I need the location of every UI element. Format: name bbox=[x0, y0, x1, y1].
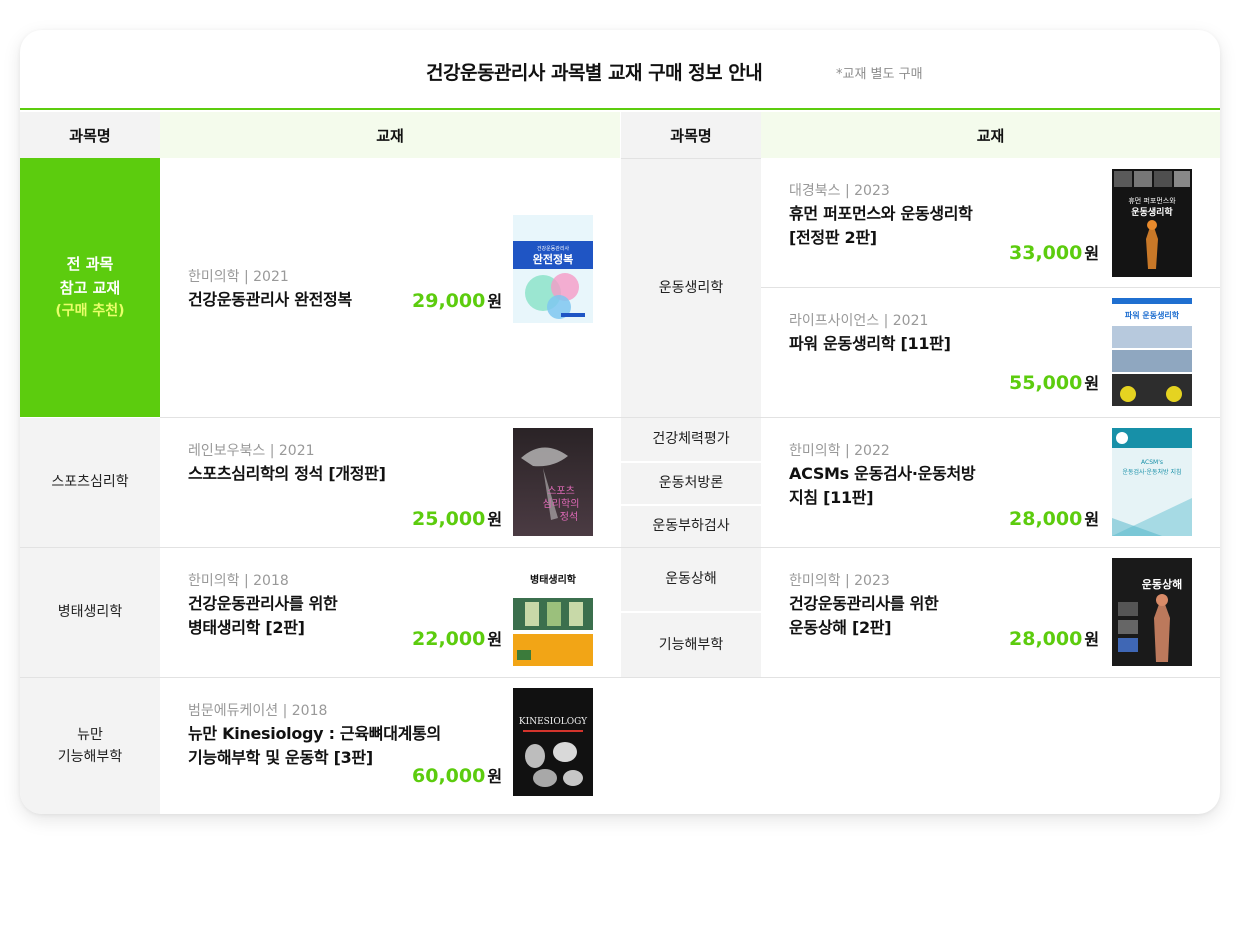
book-price: 29,000 원 bbox=[412, 290, 503, 312]
book-cover-image[interactable]: 휴먼 퍼포먼스와 운동생리학 bbox=[1112, 169, 1192, 277]
book-title: 스포츠심리학의 정석 [개정판] bbox=[188, 464, 386, 483]
book-cover-image[interactable]: ACSM's 운동검사·운동처방 지침 bbox=[1112, 428, 1192, 536]
svg-text:건강운동관리사: 건강운동관리사 bbox=[537, 245, 570, 252]
page-title: 건강운동관리사 과목별 교재 구매 정보 안내 bbox=[426, 62, 763, 84]
book-title: 건강운동관리사를 위한 병태생리학 [2판] bbox=[188, 594, 338, 637]
book-title: 건강운동관리사 완전정복 bbox=[188, 290, 352, 309]
book-publisher: 한미의학 | 2023 bbox=[789, 573, 890, 589]
svg-text:KINESIOLOGY: KINESIOLOGY bbox=[519, 717, 588, 727]
svg-text:심리학의: 심리학의 bbox=[543, 498, 580, 510]
header-subject-right: 과목명 bbox=[621, 112, 761, 158]
book-publisher: 한미의학 | 2021 bbox=[188, 269, 289, 285]
book-price: 60,000 원 bbox=[412, 765, 503, 787]
subject-kinesiology: 뉴만 기능해부학 bbox=[20, 678, 160, 814]
svg-text:운동검사·운동처방 지침: 운동검사·운동처방 지침 bbox=[1122, 468, 1181, 476]
divider bbox=[621, 611, 761, 613]
header-subject-left: 과목명 bbox=[20, 112, 160, 158]
subject-fitness-assessment: 건강체력평가 bbox=[621, 418, 761, 461]
subject-exercise-prescription: 운동처방론 bbox=[621, 463, 761, 504]
divider bbox=[160, 417, 621, 418]
svg-text:병태생리학: 병태생리학 bbox=[530, 573, 577, 586]
book-cover-image[interactable]: 파워 운동생리학 bbox=[1112, 298, 1192, 406]
svg-text:스포츠: 스포츠 bbox=[547, 485, 575, 497]
book-cover-image[interactable]: KINESIOLOGY bbox=[513, 688, 593, 796]
divider bbox=[20, 677, 761, 678]
book-cover-image[interactable]: 운동상해 bbox=[1112, 558, 1192, 666]
book-title: 뉴만 Kinesiology : 근육뼈대계통의 기능해부학 및 운동학 [3판… bbox=[188, 724, 441, 767]
book-title: 휴먼 퍼포먼스와 운동생리학 [전정판 2판] bbox=[789, 204, 973, 247]
book-cover-image[interactable]: 건강운동관리사 완전정복 bbox=[513, 215, 593, 323]
svg-text:파워 운동생리학: 파워 운동생리학 bbox=[1125, 310, 1180, 320]
divider bbox=[20, 547, 1220, 548]
svg-text:운동생리학: 운동생리학 bbox=[1131, 206, 1173, 218]
svg-text:완전정복: 완전정복 bbox=[533, 252, 573, 266]
book-price: 55,000 원 bbox=[1009, 372, 1100, 394]
subject-sports-injury: 운동상해 bbox=[621, 548, 761, 611]
book-publisher: 대경북스 | 2023 bbox=[789, 183, 890, 199]
book-price: 22,000 원 bbox=[412, 628, 503, 650]
svg-text:정석: 정석 bbox=[560, 511, 578, 523]
book-cover-image[interactable]: 스포츠 심리학의 정석 bbox=[513, 428, 593, 536]
subject-exercise-physiology: 운동생리학 bbox=[621, 158, 761, 417]
subject-exercise-load-test: 운동부하검사 bbox=[621, 506, 761, 547]
book-publisher: 범문에듀케이션 | 2018 bbox=[188, 703, 328, 719]
header-book-left: 교재 bbox=[160, 112, 620, 158]
subject-all-line1: 전 과목 bbox=[66, 255, 114, 274]
book-title: ACSMs 운동검사·운동처방 지침 [11판] bbox=[789, 464, 976, 507]
book-title: 파워 운동생리학 [11판] bbox=[789, 334, 951, 353]
book-publisher: 한미의학 | 2018 bbox=[188, 573, 289, 589]
divider bbox=[761, 287, 1220, 288]
subject-sports-psychology: 스포츠심리학 bbox=[20, 418, 160, 547]
book-price: 28,000 원 bbox=[1009, 508, 1100, 530]
header-book-right: 교재 bbox=[761, 112, 1220, 158]
divider bbox=[621, 417, 1220, 418]
book-price: 25,000 원 bbox=[412, 508, 503, 530]
divider bbox=[621, 461, 761, 463]
subject-all-line2: 참고 교재 bbox=[59, 279, 121, 298]
book-cover-image[interactable]: 병태생리학 bbox=[513, 558, 593, 666]
book-publisher: 라이프사이언스 | 2021 bbox=[789, 313, 929, 329]
divider bbox=[621, 504, 761, 506]
title-note: *교재 별도 구매 bbox=[836, 67, 923, 82]
subject-functional-anatomy: 기능해부학 bbox=[621, 613, 761, 677]
divider bbox=[761, 677, 1220, 678]
book-price: 33,000 원 bbox=[1009, 242, 1100, 264]
book-price: 28,000 원 bbox=[1009, 628, 1100, 650]
book-publisher: 레인보우북스 | 2021 bbox=[188, 443, 315, 459]
subject-pathophysiology: 병태생리학 bbox=[20, 548, 160, 677]
subject-all-recommend: (구매 추천) bbox=[55, 303, 125, 320]
title-bar: 건강운동관리사 과목별 교재 구매 정보 안내 *교재 별도 구매 bbox=[20, 30, 1220, 110]
textbook-info-card: 건강운동관리사 과목별 교재 구매 정보 안내 *교재 별도 구매 과목명 교재… bbox=[20, 30, 1220, 814]
svg-text:ACSM's: ACSM's bbox=[1141, 459, 1163, 466]
book-publisher: 한미의학 | 2022 bbox=[789, 443, 890, 459]
svg-text:운동상해: 운동상해 bbox=[1142, 577, 1182, 591]
book-title: 건강운동관리사를 위한 운동상해 [2판] bbox=[789, 594, 939, 637]
subject-all-courses: 전 과목 참고 교재 (구매 추천) bbox=[20, 158, 160, 417]
svg-text:휴먼 퍼포먼스와: 휴먼 퍼포먼스와 bbox=[1128, 196, 1176, 205]
